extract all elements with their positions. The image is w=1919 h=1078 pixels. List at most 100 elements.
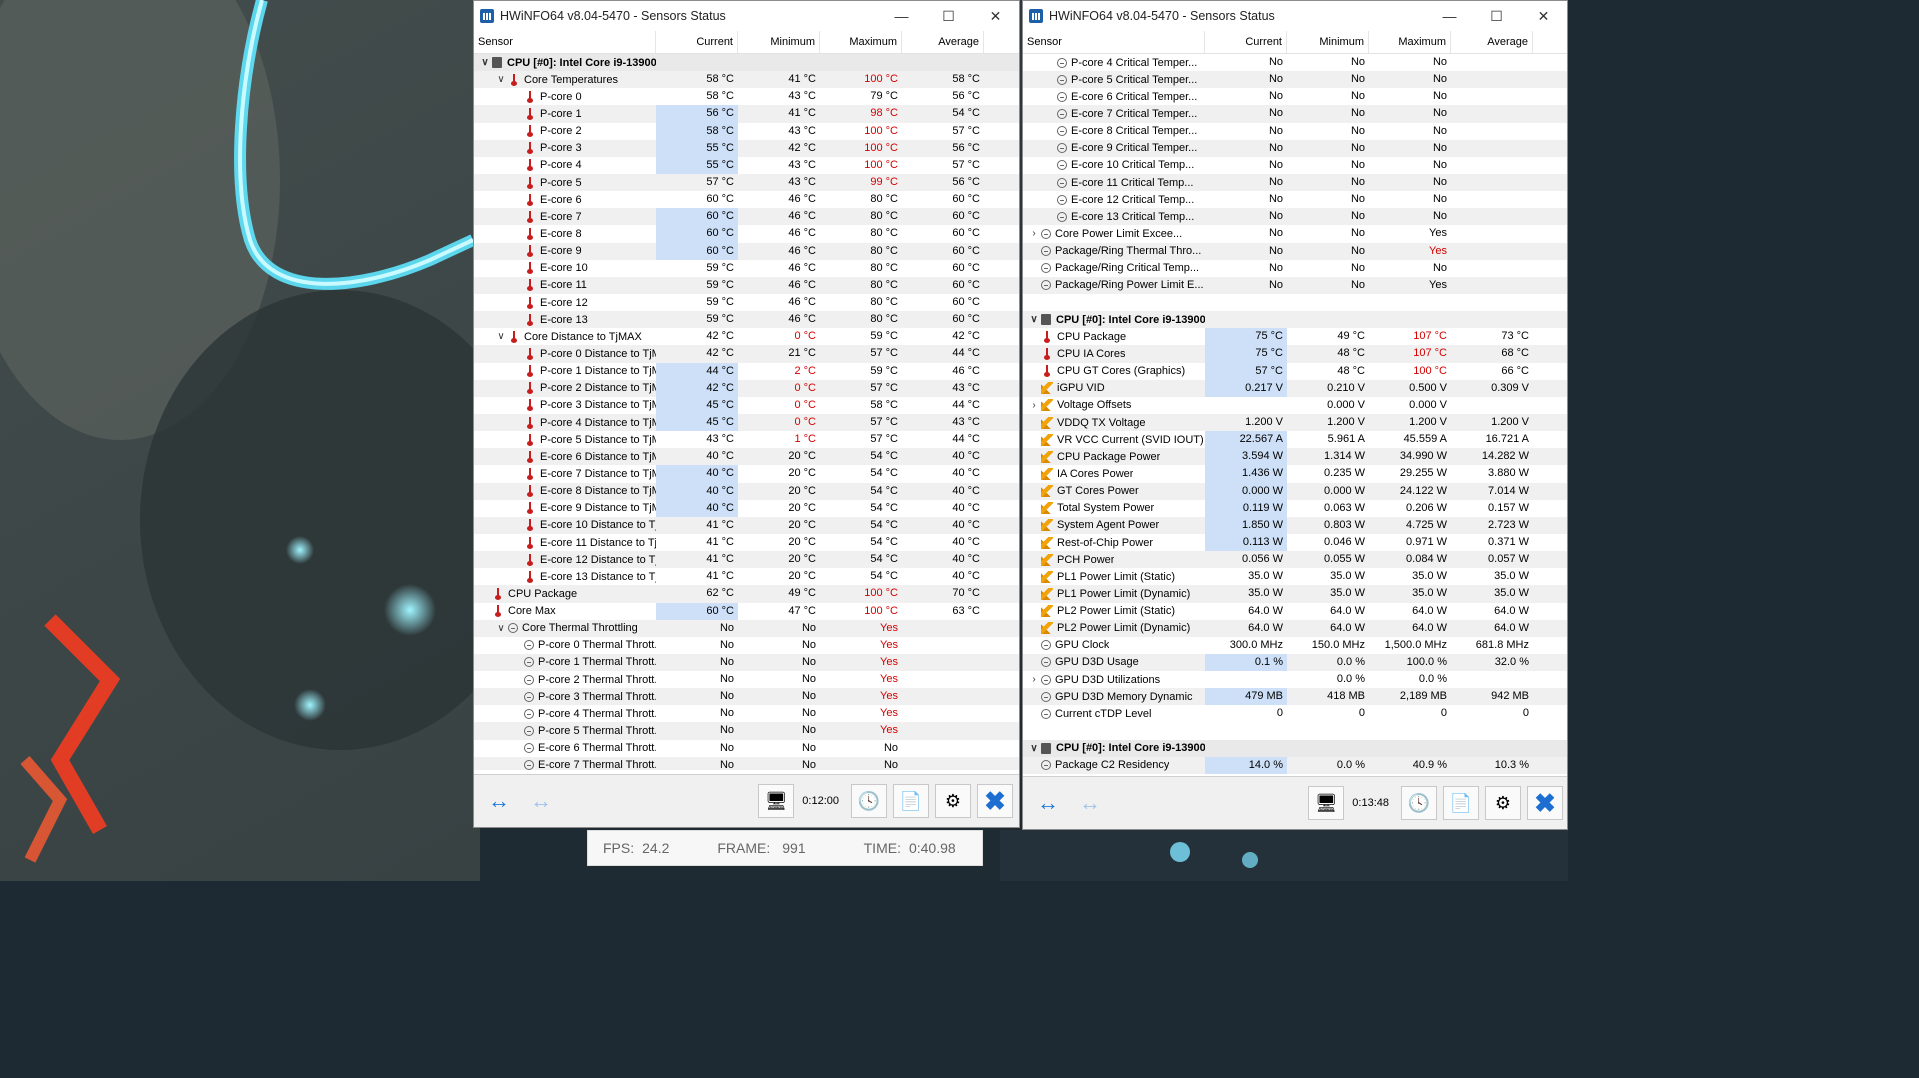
sensor-row[interactable]: IA Cores Power 1.436 W 0.235 W 29.255 W 3.88… — [1023, 465, 1567, 483]
column-current[interactable]: Current — [1205, 31, 1287, 53]
sensor-row[interactable]: System Agent Power 1.850 W 0.803 W 4.725 W 2… — [1023, 516, 1567, 534]
sensor-row[interactable]: CPU IA Cores 75 °C 48 °C 107 °C 68 °C — [1023, 345, 1567, 363]
sensor-row[interactable]: Total System Power 0.119 W 0.063 W 0.206 W 0… — [1023, 499, 1567, 517]
column-average[interactable]: Average — [1451, 31, 1533, 53]
column-minimum[interactable]: Minimum — [738, 31, 820, 53]
sensor-row[interactable]: ∨ Core Thermal Throttling No No Yes — [474, 619, 1019, 637]
sensors-window-right[interactable]: HWiNFO64 v8.04-5470 - Sensors Status — ☐… — [1022, 0, 1568, 830]
expand-chevron-icon[interactable]: › — [1027, 674, 1041, 685]
sensor-row[interactable]: Package/Ring Thermal Thro... No No Yes — [1023, 242, 1567, 260]
sensor-row[interactable]: P-core 5 Distance to TjM... 43 °C 1 °C 57 °… — [474, 431, 1019, 448]
sensor-row[interactable]: E-core 13 Distance to Tj... 41 °C 20 °C 54 … — [474, 568, 1019, 585]
sensor-row[interactable]: P-core 0 Thermal Thrott... No No Yes — [474, 637, 1019, 654]
sensor-row[interactable]: E-core 7 Critical Temper... No No No — [1023, 105, 1567, 123]
sensor-row[interactable]: E-core 7 Distance to TjM...40 °C20 °C54 … — [474, 465, 1019, 483]
sensor-row[interactable]: P-core 3 55 °C 42 °C 100 °C 56 °C — [474, 139, 1019, 157]
sensor-row[interactable]: PCH Power 0.056 W 0.055 W 0.084 W 0.057 W — [1023, 551, 1567, 569]
sensor-row[interactable]: P-core 5 57 °C 43 °C 99 °C 56 °C — [474, 173, 1019, 192]
expand-chevron-icon[interactable]: › — [1027, 400, 1041, 411]
sensor-row[interactable]: P-core 1 Distance to TjM...44 °C 2 °C 59 °… — [474, 362, 1019, 380]
sensor-row[interactable]: E-core 13 Critical Temp... No No No — [1023, 208, 1567, 226]
sensor-row[interactable]: GPU D3D Memory Dynamic 479 MB 418 MB 2,189 … — [1023, 688, 1567, 706]
sensor-row[interactable]: E-core 7 Thermal Thrott... No No No — [474, 756, 1019, 770]
sensor-row[interactable]: iGPU VID 0.217 V 0.210 V 0.500 V 0.309 V — [1023, 379, 1567, 397]
sensor-row[interactable]: Core Max 60 °C 47 °C 100 °C 63 °C — [474, 602, 1019, 620]
collapse-chevron-icon[interactable]: ∨ — [494, 74, 508, 85]
sensor-row[interactable]: P-core 3 Distance to TjM...45 °C 0 °C 58 °… — [474, 396, 1019, 414]
sensor-row[interactable]: E-core 9 Distance to TjM...40 °C20 °C54 … — [474, 499, 1019, 517]
column-current[interactable]: Current — [656, 31, 738, 53]
minimize-button[interactable]: — — [878, 1, 925, 31]
minimize-button[interactable]: — — [1426, 1, 1473, 31]
expand-chevron-icon[interactable]: › — [1027, 228, 1041, 239]
sensor-row[interactable]: › GPU D3D Utilizations 0.0 % 0.0 % — [1023, 671, 1567, 688]
sensor-row[interactable]: E-core 7 60 °C 46 °C 80 °C 60 °C — [474, 208, 1019, 226]
sensor-row[interactable]: CPU GT Cores (Graphics) 57 °C 48 °C 100 °C 6… — [1023, 362, 1567, 380]
sensor-row[interactable]: E-core 11 Distance to Tj... 41 °C 20 °C 54 … — [474, 534, 1019, 551]
collapse-chevron-icon[interactable]: ∨ — [1027, 314, 1041, 325]
sensor-row[interactable]: P-core 4 55 °C 43 °C 100 °C 57 °C — [474, 156, 1019, 174]
sensor-row[interactable]: PL2 Power Limit (Static) 64.0 W 64.0 W 64.0… — [1023, 603, 1567, 620]
sensor-row[interactable]: E-core 10 Critical Temp... No No No — [1023, 157, 1567, 174]
sensor-row[interactable]: › Core Power Limit Excee... No No Yes — [1023, 225, 1567, 242]
sensor-row[interactable]: E-core 8 Distance to TjM...40 °C20 °C54 … — [474, 482, 1019, 500]
sensor-row[interactable]: E-core 9 Critical Temper... No No No — [1023, 139, 1567, 157]
sensor-row[interactable]: E-core 6 Thermal Thrott... No No No — [474, 740, 1019, 757]
add-report-icon[interactable]: 📄 — [1443, 786, 1479, 820]
sensor-row[interactable]: E-core 12 Distance to Tj... 41 °C 20 °C 54 … — [474, 551, 1019, 569]
sensor-row[interactable]: P-core 5 Critical Temper... No No No — [1023, 71, 1567, 89]
column-minimum[interactable]: Minimum — [1287, 31, 1369, 53]
maximize-button[interactable]: ☐ — [1473, 1, 1520, 31]
sensor-row[interactable]: Rest-of-Chip Power 0.113 W 0.046 W 0.971 W 0… — [1023, 533, 1567, 552]
sensor-list[interactable]: ∨CPU [#0]: Intel Core i9-13900H: DTS∨Cor… — [474, 54, 1019, 770]
column-maximum[interactable]: Maximum — [1369, 31, 1451, 53]
sensor-row[interactable]: ∨ Core Temperatures 58 °C 41 °C 100 °C 58 °C — [474, 71, 1019, 89]
sensor-row[interactable]: E-core 11 59 °C 46 °C 80 °C 60 °C — [474, 276, 1019, 294]
expand-arrows-icon[interactable]: ↔ — [478, 784, 514, 818]
sensor-row[interactable]: E-core 10 59 °C 46 °C 80 °C 60 °C — [474, 260, 1019, 277]
sensor-row[interactable]: E-core 6 60 °C 46 °C 80 °C 60 °C — [474, 191, 1019, 208]
collapse-chevron-icon[interactable]: ∨ — [478, 57, 492, 68]
network-icon[interactable]: 🖥 — [1308, 786, 1345, 820]
maximize-button[interactable]: ☐ — [925, 1, 972, 31]
sensor-row[interactable]: E-core 8 Critical Temper... No No No — [1023, 123, 1567, 140]
sensor-row[interactable]: Current cTDP Level 0 0 0 0 — [1023, 705, 1567, 722]
sensor-row[interactable]: P-core 4 Critical Temper... No No No — [1023, 54, 1567, 71]
title-bar[interactable]: HWiNFO64 v8.04-5470 - Sensors Status — ☐… — [474, 1, 1019, 31]
sensor-row[interactable]: CPU Package 75 °C 49 °C 107 °C 73 °C — [1023, 328, 1567, 346]
sensor-row[interactable]: PL1 Power Limit (Dynamic) 35.0 W 35.0 W 35.… — [1023, 585, 1567, 603]
sensor-row[interactable]: E-core 12 59 °C 46 °C 80 °C 60 °C — [474, 294, 1019, 311]
sensor-list[interactable]: P-core 4 Critical Temper... No No No P-core … — [1023, 54, 1567, 776]
settings-gear-icon[interactable]: ⚙ — [1485, 786, 1521, 820]
close-button[interactable]: ✕ — [972, 1, 1019, 31]
sensor-group-row[interactable]: ∨ CPU [#0]: Intel Core i9-13900H: C-State… — [1023, 739, 1567, 757]
column-average[interactable]: Average — [902, 31, 984, 53]
clock-icon[interactable]: 🕓 — [1401, 786, 1437, 820]
sensor-row[interactable]: Package/Ring Critical Temp... No No No — [1023, 260, 1567, 277]
sensor-row[interactable]: VR VCC Current (SVID IOUT) 22.567 A 5.961 … — [1023, 431, 1567, 449]
sensor-row[interactable]: GPU D3D Usage 0.1 % 0.0 % 100.0 % 32.0 % — [1023, 653, 1567, 672]
sensor-row[interactable]: E-core 9 60 °C 46 °C 80 °C 60 °C — [474, 242, 1019, 260]
sensor-row[interactable]: ∨ Core Distance to TjMAX 42 °C 0 °C 59 °C 42 … — [474, 328, 1019, 345]
sensor-row[interactable]: P-core 2 Distance to TjM...42 °C 0 °C 57 °… — [474, 379, 1019, 397]
sensor-row[interactable]: E-core 6 Distance to TjM... 40 °C 20 °C 54 … — [474, 448, 1019, 466]
sensor-row[interactable]: VDDQ TX Voltage 1.200 V 1.200 V 1.200 V 1.20… — [1023, 413, 1567, 432]
sensor-row[interactable]: GPU Clock 300.0 MHz 150.0 MHz 1,500.0 MHz 68… — [1023, 637, 1567, 654]
expand-arrows-icon[interactable]: ↔ — [1027, 786, 1063, 820]
collapse-arrows-icon[interactable]: ↔ — [520, 784, 556, 818]
sensor-row[interactable]: P-core 0 Distance to TjM... 42 °C 21 °C 57 … — [474, 345, 1019, 363]
sensor-row[interactable]: E-core 13 59 °C 46 °C 80 °C 60 °C — [474, 311, 1019, 329]
sensor-group-row[interactable]: ∨ CPU [#0]: Intel Core i9-13900H: Enhance… — [1023, 311, 1567, 329]
clock-icon[interactable]: 🕓 — [851, 784, 887, 818]
close-sensors-icon[interactable]: ✖ — [977, 784, 1013, 818]
column-maximum[interactable]: Maximum — [820, 31, 902, 53]
sensor-row[interactable]: P-core 5 Thermal Thrott... No No Yes — [474, 722, 1019, 740]
sensor-row[interactable]: E-core 11 Critical Temp... No No No — [1023, 173, 1567, 192]
sensor-row[interactable]: E-core 6 Critical Temper... No No No — [1023, 88, 1567, 105]
sensor-row[interactable]: GT Cores Power 0.000 W 0.000 W 24.122 W 7.01… — [1023, 482, 1567, 500]
collapse-chevron-icon[interactable]: ∨ — [494, 623, 508, 634]
sensor-row[interactable]: PL2 Power Limit (Dynamic) 64.0 W 64.0 W 64.… — [1023, 619, 1567, 637]
sensor-row[interactable]: E-core 8 60 °C 46 °C 80 °C 60 °C — [474, 225, 1019, 243]
sensor-row[interactable]: CPU Package 62 °C 49 °C 100 °C 70 °C — [474, 585, 1019, 603]
sensor-row[interactable]: P-core 4 Thermal Thrott... No No Yes — [474, 705, 1019, 722]
